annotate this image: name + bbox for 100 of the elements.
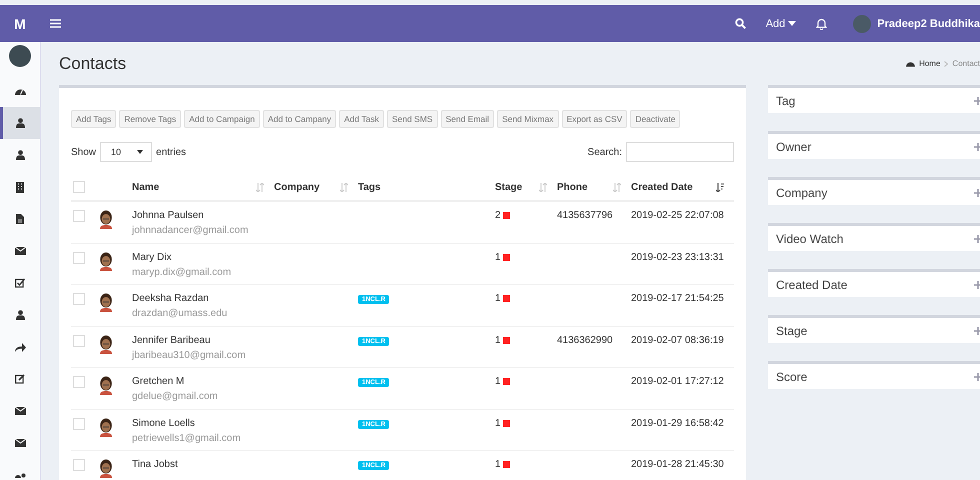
column-header[interactable]: Phone: [557, 182, 588, 192]
user-icon: [16, 310, 24, 320]
contact-name[interactable]: Johnna Paulsen: [132, 210, 274, 221]
add-menu-button[interactable]: Add: [766, 18, 796, 30]
person-avatar-icon: [99, 210, 113, 229]
contact-name[interactable]: Gretchen M: [132, 376, 274, 387]
contact-email: petriewells1@gmail.com: [132, 432, 242, 444]
filter-panel[interactable]: Created Date: [768, 269, 980, 297]
column-header[interactable]: Company: [274, 182, 320, 192]
stage-marker: [502, 212, 510, 219]
contact-name[interactable]: Jennifer Baribeau: [132, 334, 274, 346]
plus-icon[interactable]: [974, 234, 980, 242]
sort-icon[interactable]: [340, 182, 348, 192]
app-logo[interactable]: M: [0, 16, 40, 32]
column-header[interactable]: Stage: [495, 182, 522, 192]
stage-value: 2: [495, 210, 501, 221]
person-avatar-icon: [99, 418, 113, 436]
breadcrumb-link[interactable]: Home: [919, 59, 940, 68]
plus-icon[interactable]: [974, 372, 980, 380]
row-checkbox[interactable]: [73, 459, 85, 471]
filter-panel[interactable]: Score: [768, 361, 980, 389]
row-checkbox[interactable]: [73, 252, 85, 264]
envelope-icon: [14, 407, 26, 415]
contact-name[interactable]: Mary Dix: [132, 252, 274, 262]
column-header[interactable]: Created Date: [631, 182, 693, 192]
stage-value: 1: [495, 252, 501, 262]
stage-marker: [502, 420, 510, 426]
bell-icon[interactable]: [816, 18, 828, 30]
stage-marker: [502, 254, 510, 260]
stage-marker: [502, 336, 510, 344]
edit-icon: [15, 374, 25, 384]
stage-value: 1: [495, 459, 501, 470]
filter-panel[interactable]: Stage: [768, 315, 980, 343]
column-header[interactable]: Name: [132, 182, 160, 192]
action-button[interactable]: Add Task: [339, 110, 384, 128]
plus-icon[interactable]: [974, 142, 980, 150]
person-avatar-icon: [99, 376, 113, 395]
user-name[interactable]: Pradeep2 Buddhika: [877, 18, 980, 30]
search-icon[interactable]: [734, 18, 746, 29]
stage-marker: [502, 461, 510, 468]
sidebar-item[interactable]: [0, 107, 40, 139]
action-button[interactable]: Add to Campany: [262, 110, 336, 128]
plus-icon[interactable]: [974, 326, 980, 334]
plus-icon[interactable]: [974, 188, 980, 196]
show-label: Show: [71, 146, 96, 158]
contact-name[interactable]: Deeksha Razdan: [132, 293, 274, 304]
contact-email: drazdan@umass.edu: [132, 308, 228, 319]
created-date-cell-text: 2019-01-29 16:58:42: [631, 418, 725, 428]
action-button[interactable]: Send SMS: [386, 110, 438, 128]
person-avatar-icon: [99, 334, 113, 354]
action-button[interactable]: Export as CSV: [562, 110, 628, 128]
created-date-cell-text: 2019-02-07 08:36:19: [631, 334, 725, 346]
action-button[interactable]: Deactivate: [630, 110, 680, 128]
action-button[interactable]: Send Mixmax: [497, 110, 559, 128]
filter-panel[interactable]: Video Watch: [768, 223, 980, 251]
created-date-cell-text: 2019-02-17 21:54:25: [631, 293, 725, 304]
stage-value: 1: [495, 334, 501, 346]
share-arrow-icon: [14, 342, 26, 352]
stage-marker: [502, 378, 510, 385]
row-checkbox[interactable]: [73, 376, 85, 388]
search-label: Search:: [588, 146, 622, 158]
filter-panel[interactable]: Owner: [768, 131, 980, 159]
plus-icon[interactable]: [974, 96, 980, 104]
plus-icon[interactable]: [974, 280, 980, 288]
menu-icon[interactable]: [50, 19, 61, 28]
sort-descending-icon[interactable]: [716, 182, 724, 192]
entries-select[interactable]: 10: [100, 142, 152, 162]
created-date-cell-text: 2019-02-25 22:07:08: [631, 210, 725, 221]
row-checkbox[interactable]: [73, 210, 85, 222]
action-button[interactable]: Add Tags: [71, 110, 116, 128]
stage-value: 1: [495, 418, 501, 428]
user-icon: [16, 150, 24, 160]
column-header[interactable]: Tags: [358, 182, 381, 192]
profile-avatar[interactable]: [9, 45, 31, 67]
phone-cell-text: 4136362990: [557, 334, 614, 346]
filter-panel[interactable]: Company: [768, 177, 980, 205]
created-date-cell-text: 2019-02-23 23:13:31: [631, 252, 725, 262]
row-checkbox[interactable]: [73, 334, 85, 346]
sort-icon[interactable]: [613, 182, 621, 192]
stage-value: 1: [495, 293, 501, 304]
envelope-icon: [14, 439, 26, 447]
contact-name[interactable]: Tina Jobst: [132, 459, 274, 470]
chevron-right-icon: [944, 60, 948, 66]
person-avatar-icon: [99, 459, 113, 478]
phone-cell-text: 4135637796: [557, 210, 614, 221]
contact-email: gdelue@gmail.com: [132, 391, 219, 402]
select-all-checkbox[interactable]: [73, 181, 85, 193]
action-button[interactable]: Send Email: [440, 110, 494, 128]
page-title: Contacts: [59, 54, 128, 74]
action-button[interactable]: Remove Tags: [119, 110, 182, 128]
sort-icon[interactable]: [256, 182, 264, 192]
sort-icon[interactable]: [539, 182, 547, 192]
user-icon: [16, 118, 24, 128]
action-button[interactable]: Add to Campaign: [184, 110, 260, 128]
filter-panel[interactable]: Tag: [768, 85, 980, 113]
row-checkbox[interactable]: [73, 293, 85, 305]
person-avatar-icon: [99, 252, 113, 270]
row-checkbox[interactable]: [73, 418, 85, 430]
contact-name[interactable]: Simone Loells: [132, 418, 274, 428]
search-field[interactable]: [626, 142, 734, 162]
